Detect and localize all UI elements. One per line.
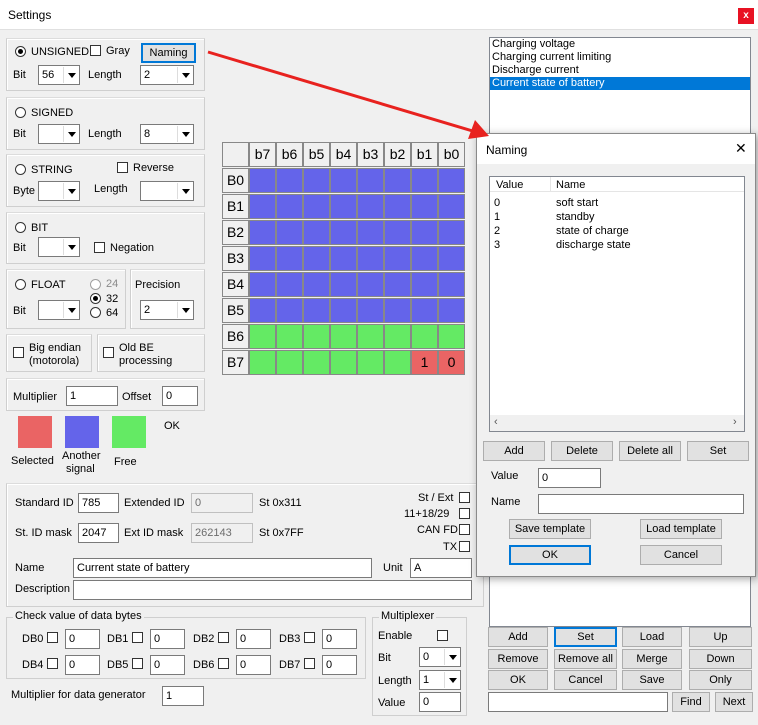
- arrow-line: [207, 50, 487, 137]
- annotation-arrow: [207, 50, 489, 139]
